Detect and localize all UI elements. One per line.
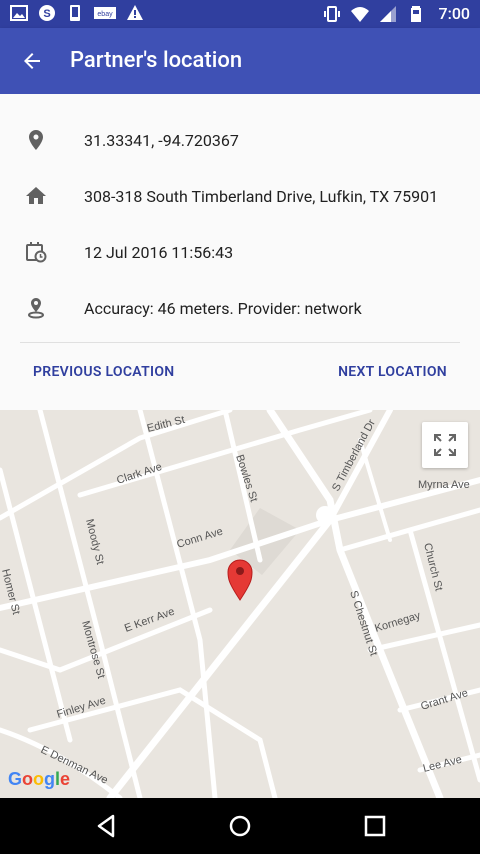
coordinates-row: 31.33341, -94.720367 — [0, 112, 480, 168]
wifi-icon — [350, 6, 369, 22]
svg-text:ebay: ebay — [97, 11, 113, 18]
street-label: Bowles St — [233, 453, 260, 503]
street-label: Kornegay — [373, 609, 422, 634]
fullscreen-button[interactable] — [422, 422, 468, 468]
location-details: 31.33341, -94.720367 308-318 South Timbe… — [0, 94, 480, 410]
home-icon — [26, 187, 46, 204]
fullscreen-icon — [434, 434, 456, 456]
calendar-clock-icon — [26, 242, 47, 263]
coordinates-text: 31.33341, -94.720367 — [84, 130, 239, 150]
phone-icon — [70, 5, 80, 21]
previous-location-button[interactable]: PREVIOUS LOCATION — [33, 364, 174, 380]
vibrate-icon — [323, 5, 340, 22]
svg-text:S: S — [43, 8, 50, 20]
home-nav-icon[interactable] — [226, 812, 254, 840]
street-label: Moody St — [83, 518, 106, 566]
street-label: Clark Ave — [115, 461, 163, 487]
app-bar: Partner's location — [0, 28, 480, 94]
status-bar: S ebay 7:00 — [0, 0, 480, 28]
street-label: Lee Ave — [422, 754, 463, 775]
address-text: 308-318 South Timberland Drive, Lufkin, … — [84, 186, 439, 206]
image-icon — [10, 5, 28, 21]
map-canvas[interactable]: Edith St Clark Ave Bowles St S Timberlan… — [0, 410, 480, 798]
accuracy-text: Accuracy: 46 meters. Provider: network — [84, 298, 362, 318]
back-nav-icon[interactable] — [92, 812, 120, 840]
ebay-icon: ebay — [94, 7, 116, 19]
map-view[interactable]: Edith St Clark Ave Bowles St S Timberlan… — [0, 410, 480, 798]
accuracy-pin-icon — [28, 298, 44, 319]
address-row: 308-318 South Timberland Drive, Lufkin, … — [0, 168, 480, 224]
system-icons: 7:00 — [323, 4, 471, 23]
street-label: Myrna Ave — [418, 479, 470, 491]
notification-icons: S ebay — [10, 4, 144, 22]
location-pin-icon — [29, 130, 43, 150]
google-logo: Google — [8, 769, 71, 789]
map-roundabout — [316, 506, 334, 524]
signal-icon — [379, 5, 396, 22]
next-location-button[interactable]: NEXT LOCATION — [338, 364, 447, 380]
timestamp-text: 12 Jul 2016 11:56:43 — [84, 242, 234, 262]
street-label: E Kerr Ave — [123, 606, 176, 635]
status-time: 7:00 — [438, 4, 471, 23]
warning-icon — [127, 5, 143, 20]
divider — [20, 342, 460, 343]
page-title: Partner's location — [70, 48, 243, 73]
skype-icon: S — [39, 5, 55, 21]
battery-icon — [410, 5, 421, 22]
accuracy-row: Accuracy: 46 meters. Provider: network — [0, 280, 480, 336]
map-labels: Edith St Clark Ave Bowles St S Timberlan… — [0, 414, 470, 787]
recents-nav-icon[interactable] — [361, 812, 389, 840]
street-label: Conn Ave — [175, 526, 224, 551]
timestamp-row: 12 Jul 2016 11:56:43 — [0, 224, 480, 280]
navigation-bar — [0, 798, 480, 854]
location-marker-icon[interactable] — [227, 559, 253, 601]
arrow-back-icon[interactable] — [20, 49, 44, 73]
